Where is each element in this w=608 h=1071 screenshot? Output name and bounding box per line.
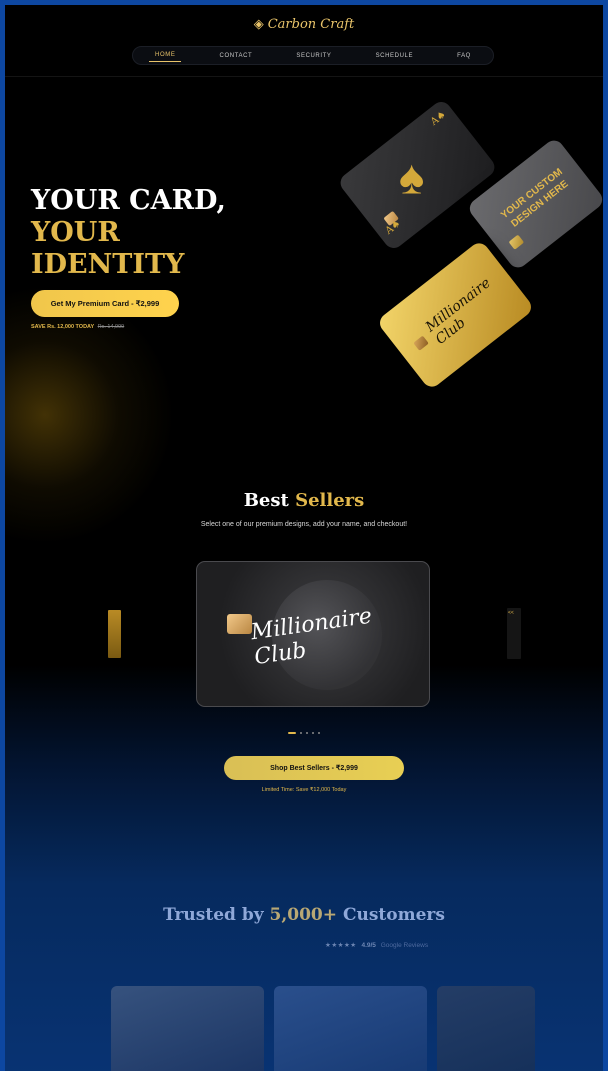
best-sellers-subtitle: Select one of our premium designs, add y… <box>200 521 408 528</box>
carousel-dot[interactable] <box>300 732 302 734</box>
nav-home[interactable]: HOME <box>149 49 182 62</box>
brand-logo[interactable]: ◈ Carbon Craft <box>5 17 603 32</box>
nav-schedule[interactable]: SCHEDULE <box>370 50 419 62</box>
logo-text: Carbon Craft <box>267 17 355 32</box>
carousel-dot[interactable] <box>312 732 314 734</box>
carousel-dot[interactable] <box>306 732 308 734</box>
signature-text: Millionaire Club <box>422 275 494 348</box>
hero-title: YOUR CARD, YOUR IDENTITY <box>31 185 226 281</box>
trusted-title: Trusted by 5,000+ Customers <box>5 905 603 925</box>
carousel-next-card[interactable]: << <box>507 608 521 659</box>
header-divider <box>5 76 603 77</box>
review-image-card[interactable] <box>274 986 427 1071</box>
nav-contact[interactable]: CONTACT <box>214 50 259 62</box>
carousel-dot[interactable] <box>288 732 296 734</box>
old-price: Rs. 14,999 <box>97 324 125 330</box>
save-text: SAVE Rs. 12,000 TODAY <box>31 324 95 330</box>
card-chip <box>508 234 525 250</box>
card-chip <box>413 335 429 351</box>
carousel-prev-card[interactable] <box>108 610 121 658</box>
rating-score: 4.9/5 <box>361 942 376 949</box>
hero-title-line2: YOUR <box>31 217 120 248</box>
best-sellers-title-part2: Sellers <box>295 490 365 511</box>
limited-time-text: Limited Time: Save ₹12,000 Today <box>261 787 347 793</box>
rating-source: Google Reviews <box>380 942 429 949</box>
hero-title-line3: IDENTITY <box>31 249 185 280</box>
trusted-title-part3: Customers <box>342 905 445 925</box>
page-frame: ◈ Carbon Craft HOME CONTACT SECURITY SCHE… <box>0 0 608 1071</box>
get-premium-card-button[interactable]: Get My Premium Card - ₹2,999 <box>31 290 179 317</box>
millionaire-club-card[interactable]: Millionaire Club <box>196 561 430 707</box>
review-image-card[interactable] <box>437 986 535 1071</box>
trusted-title-part2: 5,000+ <box>269 905 338 925</box>
custom-design-text: YOUR CUSTOM DESIGN HERE <box>499 166 571 230</box>
rating-summary: ★★★★★ 4.9/5 Google Reviews <box>325 941 428 949</box>
ace-spade-card-image: ♠ A♠ A♠ <box>336 97 499 253</box>
main-nav: HOME CONTACT SECURITY SCHEDULE FAQ <box>132 46 494 65</box>
rating-stars-icon: ★★★★★ <box>325 942 357 949</box>
spade-icon: ♠ <box>398 151 425 205</box>
hero-title-line1: YOUR CARD, <box>31 185 226 216</box>
carousel-dot[interactable] <box>318 732 320 734</box>
best-sellers-title: Best Sellers <box>5 490 603 511</box>
carousel-dots <box>5 732 603 734</box>
nav-security[interactable]: SECURITY <box>290 50 337 62</box>
ace-corner-icon: A♠ <box>428 109 449 128</box>
review-image-card[interactable] <box>111 986 264 1071</box>
best-sellers-title-part1: Best <box>243 490 289 511</box>
trusted-title-part1: Trusted by <box>163 905 264 925</box>
shop-best-sellers-button[interactable]: Shop Best Sellers - ₹2,999 <box>224 756 404 780</box>
nav-faq[interactable]: FAQ <box>451 50 477 62</box>
save-banner: SAVE Rs. 12,000 TODAY Rs. 14,999 <box>31 324 124 330</box>
logo-icon: ◈ <box>253 17 264 32</box>
card-chip <box>227 614 252 634</box>
